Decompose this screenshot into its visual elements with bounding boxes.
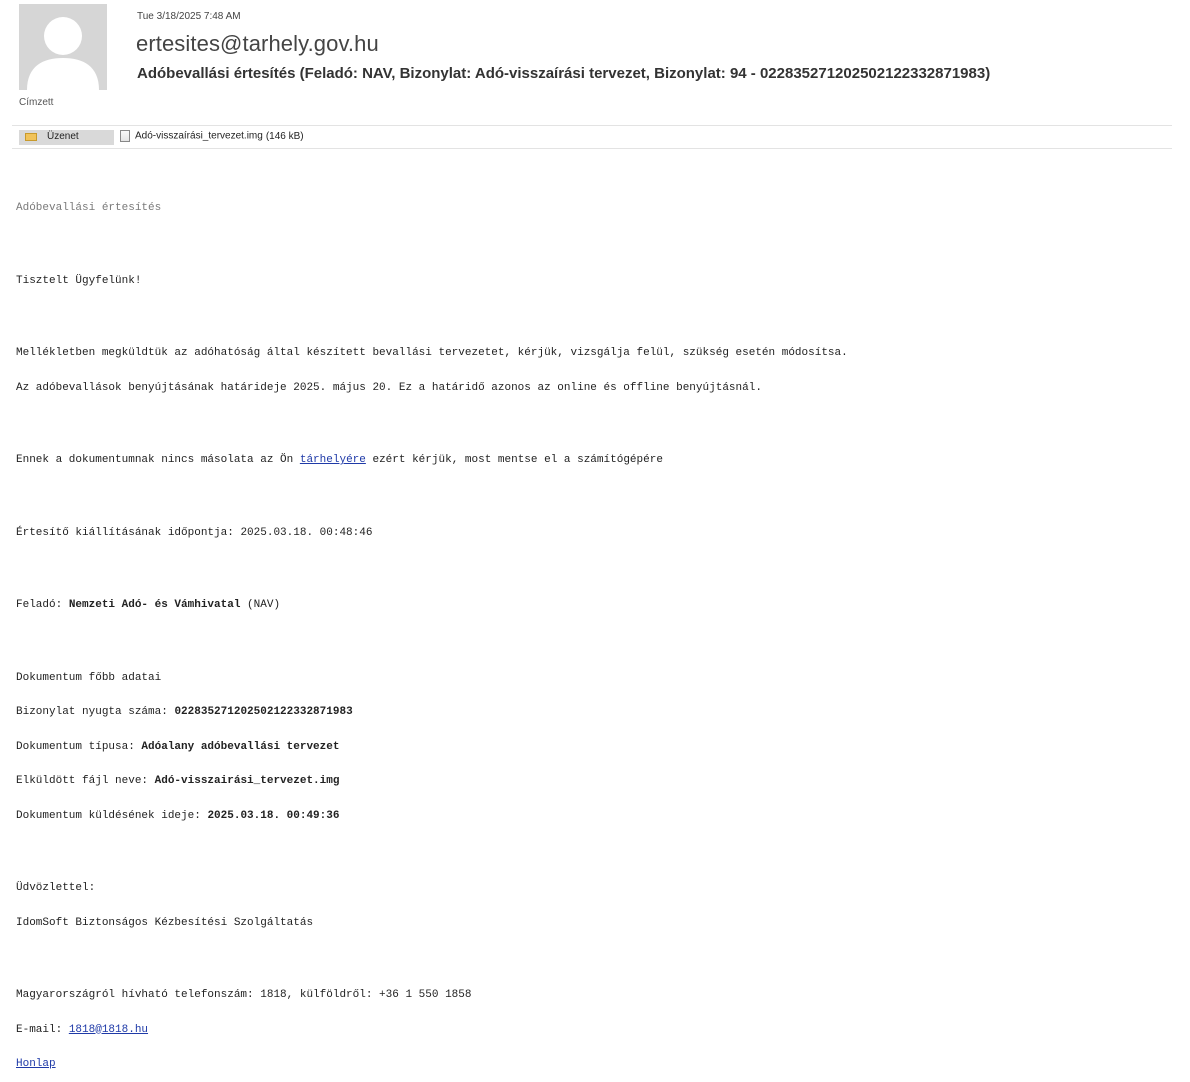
avatar [19, 4, 107, 90]
regards: Üdvözlettel: [16, 882, 96, 894]
email-label: E-mail: [16, 1023, 69, 1036]
sender-name: Nemzeti Adó- és Vámhivatal [68, 599, 241, 611]
file-label: Elküldött fájl neve: [16, 775, 155, 787]
homepage-link[interactable]: Honlap [16, 1058, 56, 1070]
sender-line: Feladó: Nemzeti Adó- és Vámhivatal (NAV) [16, 599, 1181, 612]
envelope-icon [25, 133, 37, 141]
attachment-size: (146 kB) [265, 130, 304, 142]
attachment-name: Adó-visszaírási_tervezet.img [135, 130, 263, 142]
attachment-file[interactable]: Adó-visszaírási_tervezet.img (146 kB) [120, 130, 304, 145]
receipt-label: Bizonylat nyugta száma: [16, 706, 175, 718]
email-body: Adóbevallási értesítés Tisztelt Ügyfelün… [16, 180, 1181, 1082]
sender-label: Feladó: [16, 599, 69, 611]
issued-time: Értesítő kiállításának időpontja: 2025.0… [16, 526, 1181, 540]
type-label: Dokumentum típusa: [16, 740, 142, 753]
issued-label: Értesítő kiállításának időpontja: [16, 526, 241, 539]
person-icon [19, 4, 107, 90]
signature: IdomSoft Biztonságos Kézbesítési Szolgál… [16, 916, 314, 929]
recipient-label[interactable]: Címzett [19, 97, 53, 108]
type-value: Adóalany adóbevallási tervezet [141, 740, 340, 753]
sent-value: 2025.03.18. 00:49:36 [207, 809, 340, 822]
notice-text: ezért kérjük, most mentse el a számítógé… [365, 454, 663, 466]
email-header: Címzett Tue 3/18/2025 7:48 AM ertesites@… [0, 0, 1190, 120]
email-link[interactable]: 1818@1818.hu [69, 1024, 148, 1036]
email-subject: Adóbevallási értesítés (Feladó: NAV, Biz… [137, 65, 991, 82]
message-tab-label: Üzenet [47, 131, 79, 142]
homepage-line: Honlap [16, 1058, 1181, 1071]
sent-time: Dokumentum küldésének ideje: 2025.03.18.… [16, 809, 1181, 823]
storage-notice: Ennek a dokumentumnak nincs másolata az … [16, 454, 1181, 467]
doc-type: Dokumentum típusa: Adóalany adóbevallási… [16, 740, 1181, 754]
sender-address[interactable]: ertesites@tarhely.gov.hu [136, 31, 379, 57]
doc-details-title: Dokumentum főbb adatai [16, 671, 162, 684]
sent-label: Dokumentum küldésének ideje: [16, 809, 208, 822]
sent-file: Elküldött fájl neve: Adó-visszairási_ter… [16, 775, 1181, 788]
email-date: Tue 3/18/2025 7:48 AM [137, 11, 241, 22]
paragraph-line: Az adóbevallások benyújtásának határidej… [16, 381, 762, 394]
sender-abbr: (NAV) [240, 599, 281, 611]
receipt-number: Bizonylat nyugta száma: 0228352712025021… [16, 706, 1181, 719]
attachment-bar: Üzenet Adó-visszaírási_tervezet.img (146 … [12, 125, 1172, 149]
file-icon [120, 130, 130, 142]
body-heading: Adóbevallási értesítés [16, 202, 162, 214]
paragraph-line: Mellékletben megküldtük az adóhatóság ál… [16, 347, 848, 359]
email-line: E-mail: 1818@1818.hu [16, 1023, 1181, 1037]
message-tab[interactable]: Üzenet [19, 130, 114, 145]
phone-line: Magyarországról hívható telefonszám: 181… [16, 989, 472, 1001]
notice-text: Ennek a dokumentumnak nincs másolata az … [16, 454, 300, 466]
greeting: Tisztelt Ügyfelünk! [16, 274, 142, 287]
receipt-value: 022835271202502122332871983 [174, 706, 353, 718]
issued-value: 2025.03.18. 00:48:46 [240, 526, 373, 539]
storage-link[interactable]: tárhelyére [300, 454, 366, 466]
file-value: Adó-visszairási_tervezet.img [154, 775, 340, 787]
